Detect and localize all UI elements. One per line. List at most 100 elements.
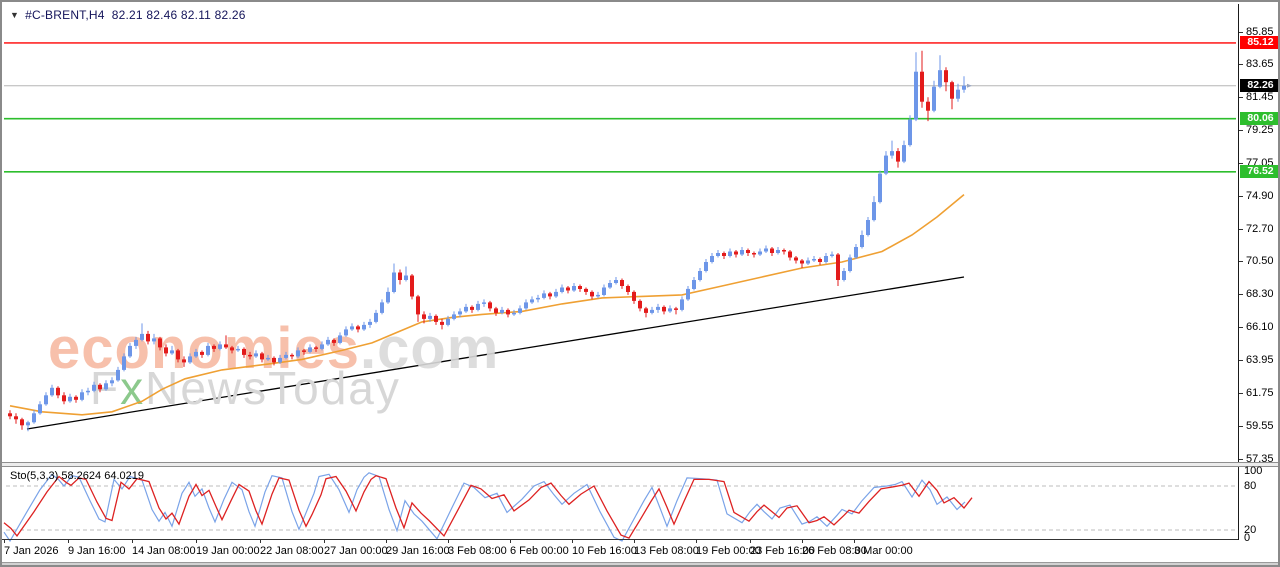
- horizontal-price-lines[interactable]: [4, 43, 1236, 172]
- candle[interactable]: [824, 256, 828, 262]
- candle[interactable]: [596, 295, 600, 297]
- candle[interactable]: [350, 326, 354, 329]
- candle[interactable]: [260, 353, 264, 359]
- candle[interactable]: [728, 252, 732, 257]
- candle[interactable]: [758, 252, 762, 255]
- candle[interactable]: [338, 335, 342, 343]
- candle[interactable]: [332, 340, 336, 343]
- candle[interactable]: [518, 308, 522, 313]
- candle[interactable]: [140, 334, 144, 340]
- candle[interactable]: [242, 349, 246, 355]
- candle[interactable]: [902, 145, 906, 162]
- candle[interactable]: [566, 288, 570, 291]
- candle[interactable]: [68, 397, 72, 402]
- candle[interactable]: [626, 286, 630, 292]
- candle[interactable]: [86, 391, 90, 393]
- candle[interactable]: [704, 262, 708, 271]
- candle[interactable]: [218, 344, 222, 349]
- candle[interactable]: [542, 293, 546, 298]
- candle[interactable]: [200, 352, 204, 355]
- candle[interactable]: [512, 313, 516, 315]
- candle[interactable]: [164, 347, 168, 353]
- candle[interactable]: [266, 358, 270, 360]
- candle[interactable]: [98, 385, 102, 390]
- candle[interactable]: [224, 344, 228, 347]
- candle[interactable]: [326, 340, 330, 345]
- candle[interactable]: [908, 120, 912, 146]
- candle[interactable]: [872, 202, 876, 220]
- candle[interactable]: [26, 422, 30, 425]
- candle[interactable]: [92, 385, 96, 391]
- candle[interactable]: [374, 313, 378, 322]
- candle[interactable]: [362, 325, 366, 330]
- candle[interactable]: [926, 102, 930, 111]
- candle[interactable]: [464, 307, 468, 312]
- candle[interactable]: [440, 322, 444, 325]
- candle[interactable]: [506, 310, 510, 315]
- candle[interactable]: [188, 356, 192, 362]
- candle[interactable]: [578, 286, 582, 289]
- candle[interactable]: [812, 259, 816, 261]
- candle[interactable]: [674, 308, 678, 310]
- candle[interactable]: [284, 355, 288, 358]
- candle[interactable]: [818, 259, 822, 262]
- candle[interactable]: [8, 413, 12, 416]
- candle[interactable]: [446, 319, 450, 325]
- candle[interactable]: [698, 271, 702, 280]
- candle[interactable]: [386, 292, 390, 303]
- candle[interactable]: [710, 256, 714, 262]
- candle[interactable]: [20, 419, 24, 425]
- candle[interactable]: [416, 296, 420, 314]
- candle[interactable]: [488, 302, 492, 308]
- candle[interactable]: [44, 395, 48, 404]
- candle[interactable]: [914, 72, 918, 120]
- candle[interactable]: [356, 326, 360, 329]
- candle[interactable]: [380, 302, 384, 313]
- candle[interactable]: [494, 308, 498, 313]
- candle[interactable]: [80, 392, 84, 400]
- candle[interactable]: [638, 301, 642, 309]
- stochastic-pane[interactable]: [4, 473, 1236, 541]
- candle[interactable]: [590, 292, 594, 297]
- candle[interactable]: [608, 283, 612, 288]
- candle[interactable]: [116, 370, 120, 381]
- candle[interactable]: [560, 288, 564, 293]
- candle[interactable]: [452, 314, 456, 319]
- candle[interactable]: [422, 314, 426, 319]
- candle[interactable]: [122, 356, 126, 370]
- candle[interactable]: [884, 156, 888, 174]
- candle[interactable]: [692, 280, 696, 289]
- candle[interactable]: [800, 261, 804, 264]
- candle[interactable]: [308, 347, 312, 352]
- candle[interactable]: [398, 273, 402, 281]
- candle[interactable]: [314, 347, 318, 349]
- candle[interactable]: [836, 255, 840, 281]
- candle[interactable]: [650, 310, 654, 313]
- candle[interactable]: [500, 310, 504, 313]
- candle[interactable]: [206, 346, 210, 355]
- candle[interactable]: [668, 308, 672, 311]
- candle[interactable]: [830, 255, 834, 257]
- candle[interactable]: [632, 292, 636, 301]
- candle[interactable]: [614, 280, 618, 283]
- candle[interactable]: [74, 397, 78, 400]
- candle[interactable]: [134, 340, 138, 346]
- candle[interactable]: [278, 358, 282, 363]
- candle[interactable]: [170, 350, 174, 353]
- candle[interactable]: [62, 395, 66, 401]
- candle[interactable]: [32, 413, 36, 422]
- candle[interactable]: [752, 253, 756, 255]
- candle[interactable]: [734, 252, 738, 255]
- candle[interactable]: [50, 388, 54, 396]
- candle[interactable]: [230, 347, 234, 350]
- candle[interactable]: [722, 253, 726, 256]
- candle[interactable]: [956, 90, 960, 99]
- candle[interactable]: [56, 388, 60, 396]
- candle[interactable]: [854, 247, 858, 258]
- candle[interactable]: [536, 298, 540, 300]
- candle[interactable]: [290, 355, 294, 357]
- candle[interactable]: [776, 250, 780, 253]
- candle[interactable]: [182, 359, 186, 362]
- candle[interactable]: [344, 329, 348, 335]
- candle[interactable]: [428, 316, 432, 319]
